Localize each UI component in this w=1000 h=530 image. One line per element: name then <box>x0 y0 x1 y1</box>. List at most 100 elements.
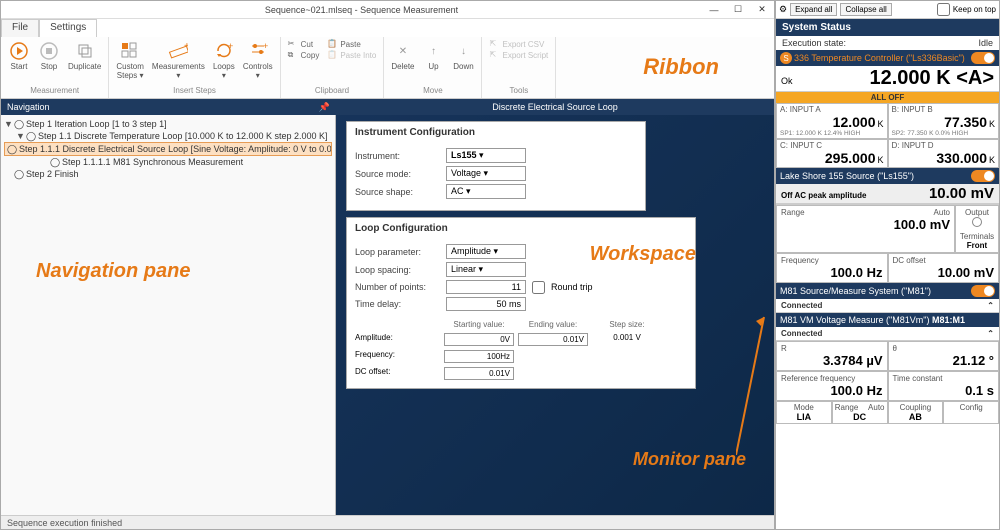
collapse-all-button[interactable]: Collapse all <box>840 3 891 16</box>
freq-input[interactable]: 100Hz <box>444 350 514 363</box>
input-cell: D: INPUT D330.000K <box>888 139 1000 168</box>
gear-icon[interactable]: ⚙ <box>779 4 787 15</box>
source-shape-select[interactable]: AC ▾ <box>446 184 526 199</box>
step-icon: ◯ <box>7 144 17 154</box>
amp-start-input[interactable]: 0V <box>444 333 514 346</box>
status-bar: Sequence execution finished <box>1 515 774 529</box>
tab-file[interactable]: File <box>1 19 39 37</box>
workspace: Workspace Monitor pane Instrument Config… <box>336 115 774 515</box>
svg-text:+: + <box>263 41 268 51</box>
input-cell: C: INPUT C295.000K <box>776 139 888 168</box>
app-tabs: File Settings <box>1 19 774 37</box>
custom-steps-icon <box>120 41 140 61</box>
system-status-header: System Status <box>776 19 999 36</box>
down-button[interactable]: ↓Down <box>449 39 477 73</box>
copy-button[interactable]: ⧉Copy <box>288 50 320 60</box>
step-icon: ◯ <box>50 157 60 167</box>
custom-steps-button[interactable]: Custom Steps ▾ <box>113 39 147 82</box>
instrument-select[interactable]: Ls155 ▾ <box>446 148 526 163</box>
paste-icon: 📋 <box>327 39 337 49</box>
ruler-icon: + <box>168 41 188 61</box>
amp-end-input[interactable]: 0.01V <box>518 333 588 346</box>
window-title: Sequence~021.mlseq - Sequence Measuremen… <box>21 5 702 15</box>
start-button[interactable]: Start <box>5 39 33 73</box>
up-button[interactable]: ↑Up <box>419 39 447 73</box>
maximize-button[interactable]: ☐ <box>726 1 750 19</box>
dcoffset-input[interactable]: 0.01V <box>444 367 514 380</box>
play-icon <box>9 41 29 61</box>
cut-button[interactable]: ✂Cut <box>288 39 320 49</box>
controls-button[interactable]: + Controls ▾ <box>240 39 276 82</box>
export-csv-button[interactable]: ⇱Export CSV <box>489 39 548 49</box>
export-script-button[interactable]: ⇱Export Script <box>489 50 548 60</box>
device-m81-toggle[interactable] <box>971 285 995 297</box>
minimize-button[interactable]: — <box>702 1 726 19</box>
navigation-pane: Navigation pane ▼◯Step 1 Iteration Loop … <box>1 115 336 515</box>
arrow-icon <box>736 315 766 455</box>
npoints-input[interactable]: 11 <box>446 280 526 294</box>
device-m81vm-header[interactable]: M81 VM Voltage Measure ("M81Vm") M81:M1 <box>776 313 999 327</box>
loop-icon: + <box>214 41 234 61</box>
step-icon: ◯ <box>14 169 24 179</box>
tree-item[interactable]: ◯Step 1.1.1 Discrete Electrical Source L… <box>4 142 332 156</box>
close-button[interactable]: ✕ <box>750 1 774 19</box>
step-icon: ◯ <box>14 119 24 129</box>
all-off-bar[interactable]: ALL OFF <box>776 92 999 103</box>
csv-icon: ⇱ <box>489 39 499 49</box>
step-icon: ◯ <box>26 131 36 141</box>
device-336-header[interactable]: S 336 Temperature Controller ("Ls336Basi… <box>776 50 999 66</box>
svg-text:+: + <box>228 41 233 51</box>
output-indicator[interactable] <box>972 217 982 227</box>
paste-into-button[interactable]: 📋Paste Into <box>327 50 376 60</box>
loop-spacing-select[interactable]: Linear ▾ <box>446 262 526 277</box>
stop-button[interactable]: Stop <box>35 39 63 73</box>
ribbon: Ribbon Start Stop Duplicate Measurement <box>1 37 774 99</box>
paste-button[interactable]: 📋Paste <box>327 39 376 49</box>
ribbon-annotation: Ribbon <box>643 54 719 80</box>
down-icon: ↓ <box>453 41 473 61</box>
instrument-config-panel: Instrument Configuration Instrument:Ls15… <box>346 121 646 211</box>
device-m81-header[interactable]: M81 Source/Measure System ("M81") <box>776 283 999 299</box>
stop-icon <box>39 41 59 61</box>
nav-annotation: Navigation pane <box>36 260 190 283</box>
measurements-button[interactable]: + Measurements ▾ <box>149 39 208 82</box>
d336-reading: 12.000 K <A> <box>869 67 994 90</box>
tree-item[interactable]: ▼◯Step 1.1 Discrete Temperature Loop [10… <box>4 130 332 142</box>
ls155-range: 100.0 mV <box>781 217 950 232</box>
chevron-up-icon[interactable]: ⌃ <box>987 301 994 310</box>
delete-icon: ✕ <box>393 41 413 61</box>
sliders-icon: + <box>248 41 268 61</box>
workspace-annotation: Workspace <box>590 243 696 266</box>
loops-button[interactable]: + Loops ▾ <box>210 39 238 82</box>
tree-item[interactable]: ◯Step 2 Finish <box>4 168 332 180</box>
device-ls155-toggle[interactable] <box>971 170 995 182</box>
copy-icon: ⧉ <box>288 50 298 60</box>
tree-item[interactable]: ◯Step 1.1.1.1 M81 Synchronous Measuremen… <box>4 156 332 168</box>
monitor-annotation: Monitor pane <box>633 449 746 470</box>
duplicate-icon <box>75 41 95 61</box>
svg-text:+: + <box>184 41 188 52</box>
tab-settings[interactable]: Settings <box>39 19 97 37</box>
source-mode-select[interactable]: Voltage ▾ <box>446 166 526 181</box>
script-icon: ⇱ <box>489 50 499 60</box>
chevron-up-icon[interactable]: ⌃ <box>987 329 994 338</box>
tree-item[interactable]: ▼◯Step 1 Iteration Loop [1 to 3 step 1] <box>4 118 332 130</box>
device-icon: S <box>780 52 792 64</box>
device-ls155-header[interactable]: Lake Shore 155 Source ("Ls155") <box>776 168 999 184</box>
input-cell: A: INPUT A12.000KSP1: 12.000 K 12.4% HIG… <box>776 103 888 139</box>
pin-icon[interactable]: 📌 <box>319 102 330 113</box>
delete-button[interactable]: ✕Delete <box>388 39 417 73</box>
expand-all-button[interactable]: Expand all <box>790 3 837 16</box>
time-delay-input[interactable]: 50 ms <box>446 297 526 311</box>
titlebar: Sequence~021.mlseq - Sequence Measuremen… <box>1 1 774 19</box>
input-cell: B: INPUT B77.350KSP2: 77.350 K 0.0% HIGH <box>888 103 1000 139</box>
monitor-pane: ⚙ Expand all Collapse all Keep on top Sy… <box>775 0 1000 530</box>
device-336-toggle[interactable] <box>971 52 995 64</box>
cut-icon: ✂ <box>288 39 298 49</box>
loop-param-select[interactable]: Amplitude ▾ <box>446 244 526 259</box>
up-icon: ↑ <box>423 41 443 61</box>
duplicate-button[interactable]: Duplicate <box>65 39 104 73</box>
keep-on-top-checkbox[interactable] <box>937 3 950 16</box>
nav-header: Navigation 📌 <box>1 99 336 115</box>
round-trip-checkbox[interactable] <box>532 281 545 294</box>
